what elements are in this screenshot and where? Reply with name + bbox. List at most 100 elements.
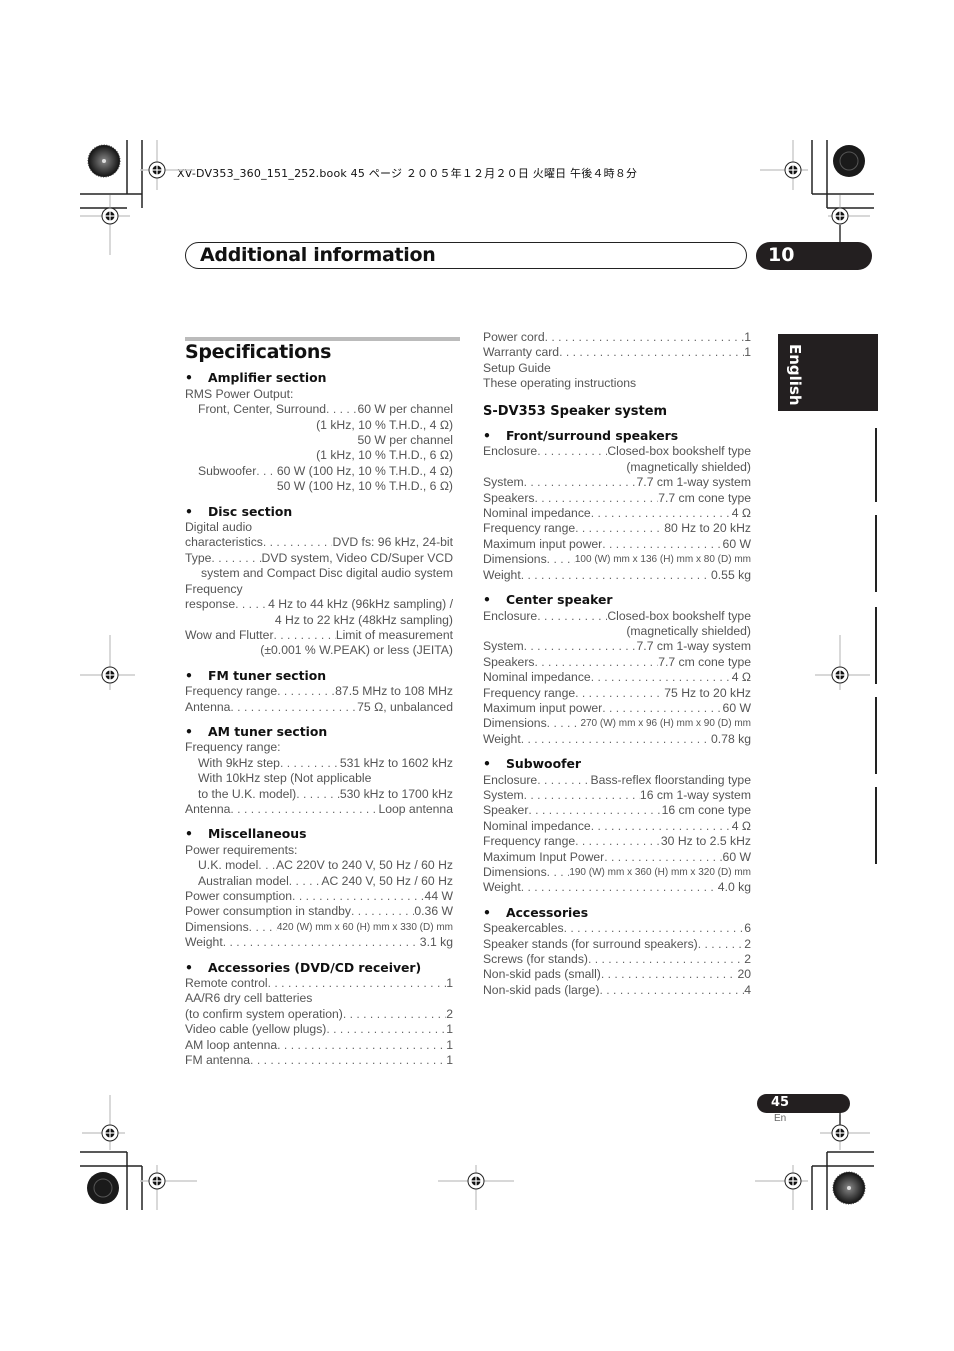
- spec-value: 16 cm 1-way system: [639, 787, 751, 802]
- specs-left-column: Specifications • Amplifier section RMS Pow…: [185, 337, 460, 1077]
- spec-text: Frequency: [185, 581, 243, 596]
- spec-label: Australian model: [198, 873, 289, 888]
- chapter-number-badge: 10: [756, 242, 872, 270]
- spec-value: 60 W: [722, 849, 751, 864]
- spec-value: DVD system, Video CD/Super VCD: [261, 550, 453, 565]
- dot-leader: [588, 952, 744, 967]
- dot-leader: [277, 684, 335, 699]
- spec-label: Frequency range: [483, 834, 576, 849]
- spec-line: Power consumption in standby 0.36 W: [185, 904, 453, 919]
- dot-leader: [277, 1038, 446, 1053]
- spec-line: AM loop antenna 1: [185, 1038, 453, 1053]
- spec-value: 7.7 cm cone type: [658, 654, 751, 669]
- bullet-icon: •: [185, 667, 193, 683]
- spec-value: Bass-reflex floorstanding type: [590, 772, 751, 787]
- spec-line: System 16 cm 1-way system: [483, 788, 751, 803]
- dot-leader: [524, 788, 640, 803]
- spec-line: Speakercables 6: [483, 921, 751, 936]
- spec-line: Speakers 7.7 cm cone type: [483, 655, 751, 670]
- section-heading-text: Accessories (DVD/CD receiver): [208, 959, 422, 975]
- bullet-icon: •: [483, 428, 491, 444]
- spec-value: 60 W: [722, 700, 751, 715]
- spec-value: 2: [446, 1006, 453, 1021]
- section-heading-text: AM tuner section: [208, 723, 328, 739]
- spec-label: Speakers: [483, 490, 535, 505]
- spec-line: Weight 3.1 kg: [185, 935, 453, 950]
- section-heading-text: Center speaker: [506, 592, 613, 608]
- spec-continuation: 50 W (100 Hz, 10 % T.H.D., 6 Ω): [276, 479, 453, 494]
- spec-continuation: (magnetically shielded): [626, 459, 751, 474]
- spec-section: •AccessoriesSpeakercables 6Speaker stand…: [483, 905, 751, 998]
- spec-value: 420 (W) mm x 60 (H) mm x 330 (D) mm: [276, 921, 453, 933]
- spec-line: to the U.K. model) 530 kHz to 1700 kHz: [185, 787, 453, 802]
- dot-leader: [249, 920, 277, 935]
- spec-label: With 9kHz step: [198, 755, 280, 770]
- dot-leader: [223, 935, 420, 950]
- spec-label: System: [483, 787, 524, 802]
- spec-text: Setup Guide: [483, 360, 551, 375]
- spec-section: • Disc section Digital audio characteristic…: [185, 504, 453, 659]
- spec-value: 2: [744, 936, 751, 951]
- bullet-icon: •: [185, 370, 193, 386]
- spec-value: Loop antenna: [378, 801, 453, 816]
- spec-value: 4.0 kg: [717, 880, 751, 895]
- spec-section: • SubwooferEnclosure Bass-reflex floorsta…: [483, 756, 751, 896]
- dot-leader: [235, 597, 268, 612]
- spec-label: FM antenna: [185, 1053, 251, 1068]
- dot-leader: [524, 475, 637, 490]
- spec-label: Screws (for stands): [483, 952, 588, 967]
- spec-value: 2: [744, 952, 751, 967]
- spec-value: AC 220V to 240 V, 50 Hz / 60 Hz: [275, 858, 453, 873]
- bullet-icon: •: [483, 756, 491, 772]
- dot-leader: [256, 464, 277, 479]
- section-heading: • Accessories: [483, 905, 751, 920]
- spec-value: 7.7 cm cone type: [658, 490, 751, 505]
- spec-section: • Amplifier section RMS Power Output: Front…: [185, 370, 453, 494]
- spec-value: 1: [744, 330, 751, 344]
- spec-label: Weight: [185, 935, 223, 950]
- spec-continuation: (±0.001 % W.PEAK) or less (JEITA): [260, 643, 453, 658]
- spec-value: Limit of measurement: [335, 627, 453, 642]
- spec-line: With 9kHz step 531 kHz to 1602 kHz: [185, 756, 453, 771]
- spec-line: characteristics DVD fs: 96 kHz, 24-bit: [185, 535, 453, 550]
- spec-continuation: (1 kHz, 10 % T.H.D., 4 Ω): [316, 417, 453, 432]
- dot-leader: [524, 639, 637, 654]
- spec-line: Maximum input power 60 W: [483, 537, 751, 552]
- spec-line: Maximum input power 60 W: [483, 701, 751, 716]
- bullet-icon: •: [483, 592, 491, 608]
- dot-leader: [600, 983, 745, 998]
- dot-leader: [296, 787, 340, 802]
- crop-marks: [80, 140, 874, 1210]
- spec-line: Weight 0.78 kg: [483, 732, 751, 747]
- spec-value: 6: [744, 921, 751, 936]
- spec-section: • FM tuner sectionFrequency range 87.5 MH…: [185, 668, 453, 715]
- spec-line: Screws (for stands) 2: [483, 952, 751, 967]
- spec-label: Dimensions: [483, 865, 547, 879]
- section-heading: • Disc section: [185, 504, 453, 519]
- spec-value: 530 kHz to 1700 kHz: [339, 786, 453, 801]
- spec-line: System 7.7 cm 1-way system: [483, 475, 751, 490]
- spec-label: Subwoofer: [198, 463, 257, 478]
- language-tab: English: [778, 334, 878, 411]
- dot-leader: [602, 701, 722, 716]
- chapter-number: 10: [768, 244, 795, 266]
- dot-leader: [211, 551, 261, 566]
- section-heading: • Subwoofer: [483, 756, 751, 771]
- spec-line: (to confirm system operation) 2: [185, 1007, 453, 1022]
- spec-label: System: [483, 475, 524, 490]
- spec-line: Enclosure Bass-reflex floorstanding type: [483, 773, 751, 788]
- left-sections: • Amplifier section RMS Power Output: Front…: [185, 370, 453, 1068]
- section-heading: • Amplifier section: [185, 370, 453, 385]
- spec-value: AC 240 V, 50 Hz / 60 Hz: [321, 873, 453, 888]
- spec-section: • Center speakerEnclosure Closed-box book…: [483, 592, 751, 747]
- spec-line: Subwoofer 60 W (100 Hz, 10 % T.H.D., 4 Ω…: [185, 464, 453, 479]
- section-heading-text: Subwoofer: [506, 756, 581, 772]
- spec-label: Dimensions: [185, 919, 249, 934]
- page-language: En: [774, 1113, 787, 1124]
- spec-label: Non-skid pads (large): [483, 982, 600, 997]
- spec-label: Power cord: [483, 330, 545, 344]
- bullet-icon: •: [185, 723, 193, 739]
- spec-line: Dimensions 190 (W) mm x 360 (H) mm x 320…: [483, 865, 751, 880]
- spec-label: U.K. model: [198, 858, 259, 873]
- spec-label: characteristics: [185, 535, 263, 550]
